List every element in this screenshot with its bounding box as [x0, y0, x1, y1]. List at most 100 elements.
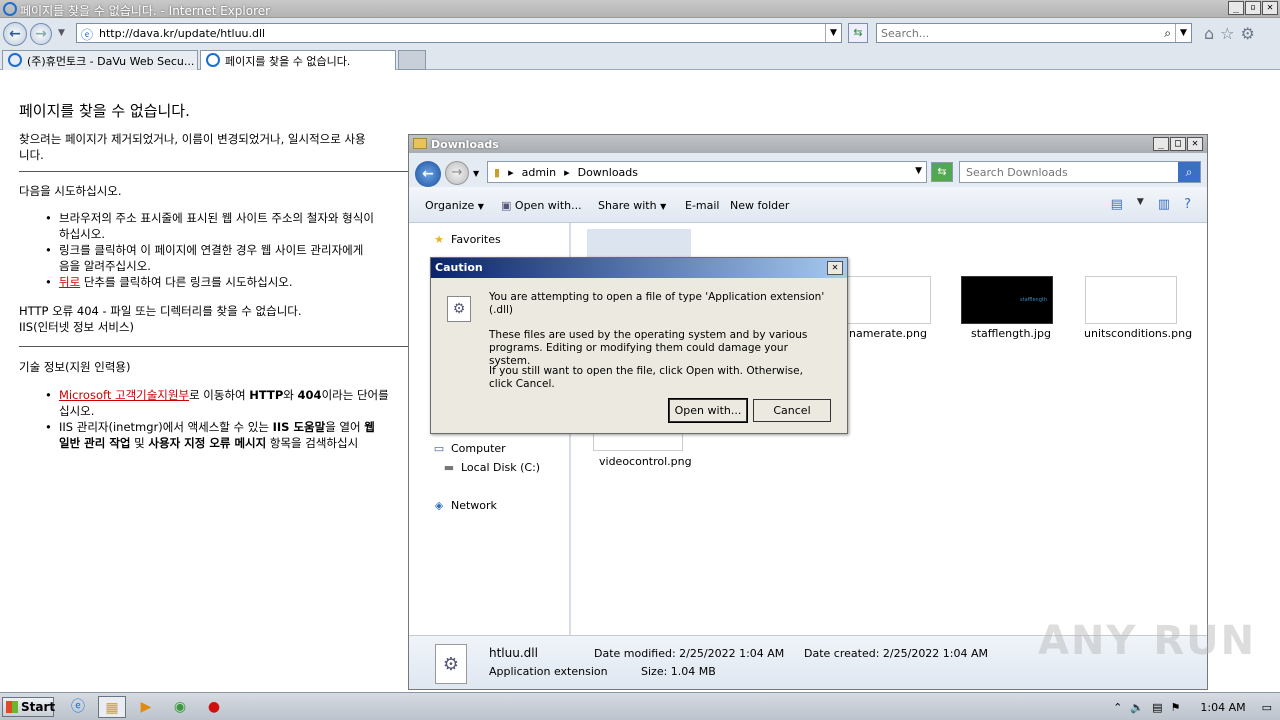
explorer-back-button[interactable]: ← [415, 161, 441, 187]
ms-support-link[interactable]: Microsoft 고객기술지원부 [59, 388, 189, 402]
explorer-minimize-button[interactable]: _ [1153, 137, 1169, 151]
explorer-maximize-button[interactable]: □ [1170, 137, 1186, 151]
preview-pane-icon[interactable]: ▥ [1158, 197, 1170, 212]
open-with-button[interactable]: ▣ Open with... [501, 199, 582, 212]
chevron-down-icon: ▼ [477, 202, 484, 211]
file-thumbnail[interactable] [587, 229, 691, 259]
home-icon[interactable]: ⌂ [1204, 24, 1214, 43]
tools-gear-icon[interactable]: ⚙ [1241, 24, 1255, 43]
close-button[interactable]: ✕ [1262, 1, 1278, 15]
taskbar: Start ⓔ ▦ ▶ ◉ ● ⌃ 🔈 ▤ ⚑ 1:04 AM ▭ [0, 692, 1280, 720]
ie-title-bar: 페이지를 찾을 수 없습니다. - Internet Explorer _ ▫ … [0, 0, 1280, 18]
help-icon[interactable]: ? [1184, 197, 1191, 212]
tab-humantalk[interactable]: (주)휴먼토크 - DaVu Web Secu... [2, 50, 198, 70]
list-item: Microsoft 고객기술지원부로 이동하여 HTTP와 404이라는 단어를… [45, 387, 389, 419]
volume-icon[interactable]: 🔈 [1130, 701, 1144, 714]
intro-text-2: 니다. [19, 148, 44, 162]
taskbar-explorer-icon[interactable]: ▦ [98, 696, 126, 718]
file-name[interactable]: stafflength.jpg [971, 327, 1051, 340]
flag-icon[interactable]: ⚑ [1171, 701, 1181, 714]
taskbar-chrome-icon[interactable]: ◉ [166, 696, 194, 718]
address-dropdown-icon[interactable]: ▼ [915, 166, 922, 176]
nav-network[interactable]: ◈ Network [431, 499, 497, 512]
detail-file-type: Application extension [489, 665, 608, 678]
taskbar-stop-icon[interactable]: ● [200, 696, 228, 718]
explorer-search-box[interactable]: ⌕ [959, 161, 1201, 183]
tech-list: Microsoft 고객기술지원부로 이동하여 HTTP와 404이라는 단어를… [45, 387, 389, 451]
explorer-refresh-button[interactable]: ⇆ [931, 162, 953, 182]
new-tab-button[interactable] [398, 50, 426, 70]
dialog-close-button[interactable]: ✕ [827, 261, 843, 275]
chevron-right-icon[interactable]: ▸ [564, 166, 570, 179]
back-link[interactable]: 뒤로 [59, 275, 80, 289]
ie-search-box[interactable]: ⌕ ▼ [876, 23, 1192, 43]
page-icon: ⓔ [81, 28, 94, 42]
chevron-right-icon[interactable]: ▸ [508, 166, 514, 179]
network-tray-icon[interactable]: ▤ [1152, 701, 1162, 714]
new-folder-button[interactable]: New folder [730, 199, 789, 212]
detail-file-name: htluu.dll [489, 646, 538, 660]
page-heading: 페이지를 찾을 수 없습니다. [19, 102, 190, 120]
iis-line: IIS(인터넷 정보 서비스) [19, 320, 135, 334]
file-thumbnail-stafflength[interactable]: stafflength [961, 276, 1053, 324]
ie-search-input[interactable] [877, 24, 1147, 42]
file-name[interactable]: unitsconditions.png [1084, 327, 1192, 340]
cancel-button[interactable]: Cancel [753, 399, 831, 422]
tray-expand-icon[interactable]: ⌃ [1113, 701, 1122, 714]
start-button[interactable]: Start [2, 697, 55, 717]
forward-button[interactable]: → [30, 23, 52, 45]
taskbar-ie-icon[interactable]: ⓔ [64, 696, 92, 718]
compat-refresh-button[interactable]: ⇆ [848, 23, 868, 43]
back-button[interactable]: ← [3, 22, 27, 46]
restore-button[interactable]: ▫ [1245, 1, 1261, 15]
nav-favorites[interactable]: ★ Favorites [431, 233, 501, 246]
file-name[interactable]: namerate.png [849, 327, 927, 340]
open-with-button[interactable]: Open with... [668, 398, 748, 423]
address-dropdown-icon[interactable]: ▼ [825, 24, 841, 42]
divider [19, 171, 409, 172]
explorer-toolbar: Organize ▼ ▣ Open with... Share with ▼ E… [409, 187, 1207, 223]
organize-button[interactable]: Organize ▼ [425, 199, 484, 212]
favorites-star-icon[interactable]: ☆ [1220, 24, 1234, 43]
search-icon[interactable]: ⌕ [1178, 162, 1200, 182]
caution-dialog: Caution ✕ ⚙ You are attempting to open a… [430, 257, 848, 434]
minimize-button[interactable]: _ [1228, 1, 1244, 15]
breadcrumb-admin[interactable]: admin [522, 166, 556, 179]
show-desktop-icon[interactable]: ▭ [1262, 701, 1272, 714]
tab-not-found[interactable]: 페이지를 찾을 수 없습니다. [200, 50, 396, 70]
nav-local-disk[interactable]: ▬ Local Disk (C:) [441, 461, 540, 474]
file-name[interactable]: videocontrol.png [599, 455, 692, 468]
email-button[interactable]: E-mail [685, 199, 720, 212]
explorer-forward-button[interactable]: → [445, 161, 469, 185]
detail-date-modified: Date modified: 2/25/2022 1:04 AM [594, 647, 785, 660]
taskbar-media-player-icon[interactable]: ▶ [132, 696, 160, 718]
change-view-icon[interactable]: ▤ [1111, 197, 1123, 212]
explorer-close-button[interactable]: ✕ [1187, 137, 1203, 151]
search-icon[interactable]: ⌕ [1164, 26, 1171, 41]
dialog-title-bar: Caution ✕ [431, 258, 847, 278]
explorer-address-bar[interactable]: ▮ ▸ admin ▸ Downloads ▼ [487, 161, 927, 183]
search-dropdown-icon[interactable]: ▼ [1175, 24, 1191, 42]
list-item: IIS 관리자(inetmgr)에서 액세스할 수 있는 IIS 도움말을 열어… [45, 419, 389, 451]
nav-computer[interactable]: ▭ Computer [431, 442, 506, 455]
share-with-button[interactable]: Share with ▼ [598, 199, 666, 212]
dialog-message-3: If you still want to open the file, clic… [489, 365, 803, 390]
window-controls: _ ▫ ✕ [1228, 1, 1278, 15]
clock[interactable]: 1:04 AM [1200, 701, 1245, 714]
breadcrumb-downloads[interactable]: Downloads [578, 166, 638, 179]
window-title: 페이지를 찾을 수 없습니다. - Internet Explorer [20, 4, 271, 18]
divider [19, 346, 409, 347]
detail-date-created: Date created: 2/25/2022 1:04 AM [804, 647, 989, 660]
recent-dropdown-icon[interactable]: ▼ [473, 169, 479, 178]
address-bar[interactable]: ⓔ http://dava.kr/update/htluu.dll ▼ [76, 23, 842, 43]
file-thumbnail-unitsconditions[interactable] [1085, 276, 1177, 324]
tab-ie-icon [8, 53, 22, 67]
file-thumbnail-namerate[interactable] [843, 276, 931, 324]
explorer-title: Downloads [431, 138, 499, 151]
explorer-search-input[interactable] [960, 162, 1172, 182]
history-dropdown-icon[interactable]: ▼ [58, 28, 65, 38]
view-dropdown-icon[interactable]: ▼ [1137, 197, 1144, 212]
detail-size: Size: 1.04 MB [641, 665, 716, 678]
explorer-nav-bar: ← → ▼ ▮ ▸ admin ▸ Downloads ▼ ⇆ ⌕ [409, 153, 1207, 187]
list-item: 링크를 클릭하여 이 페이지에 연결한 경우 웹 사이트 관리자에게음을 알려주… [45, 242, 374, 274]
